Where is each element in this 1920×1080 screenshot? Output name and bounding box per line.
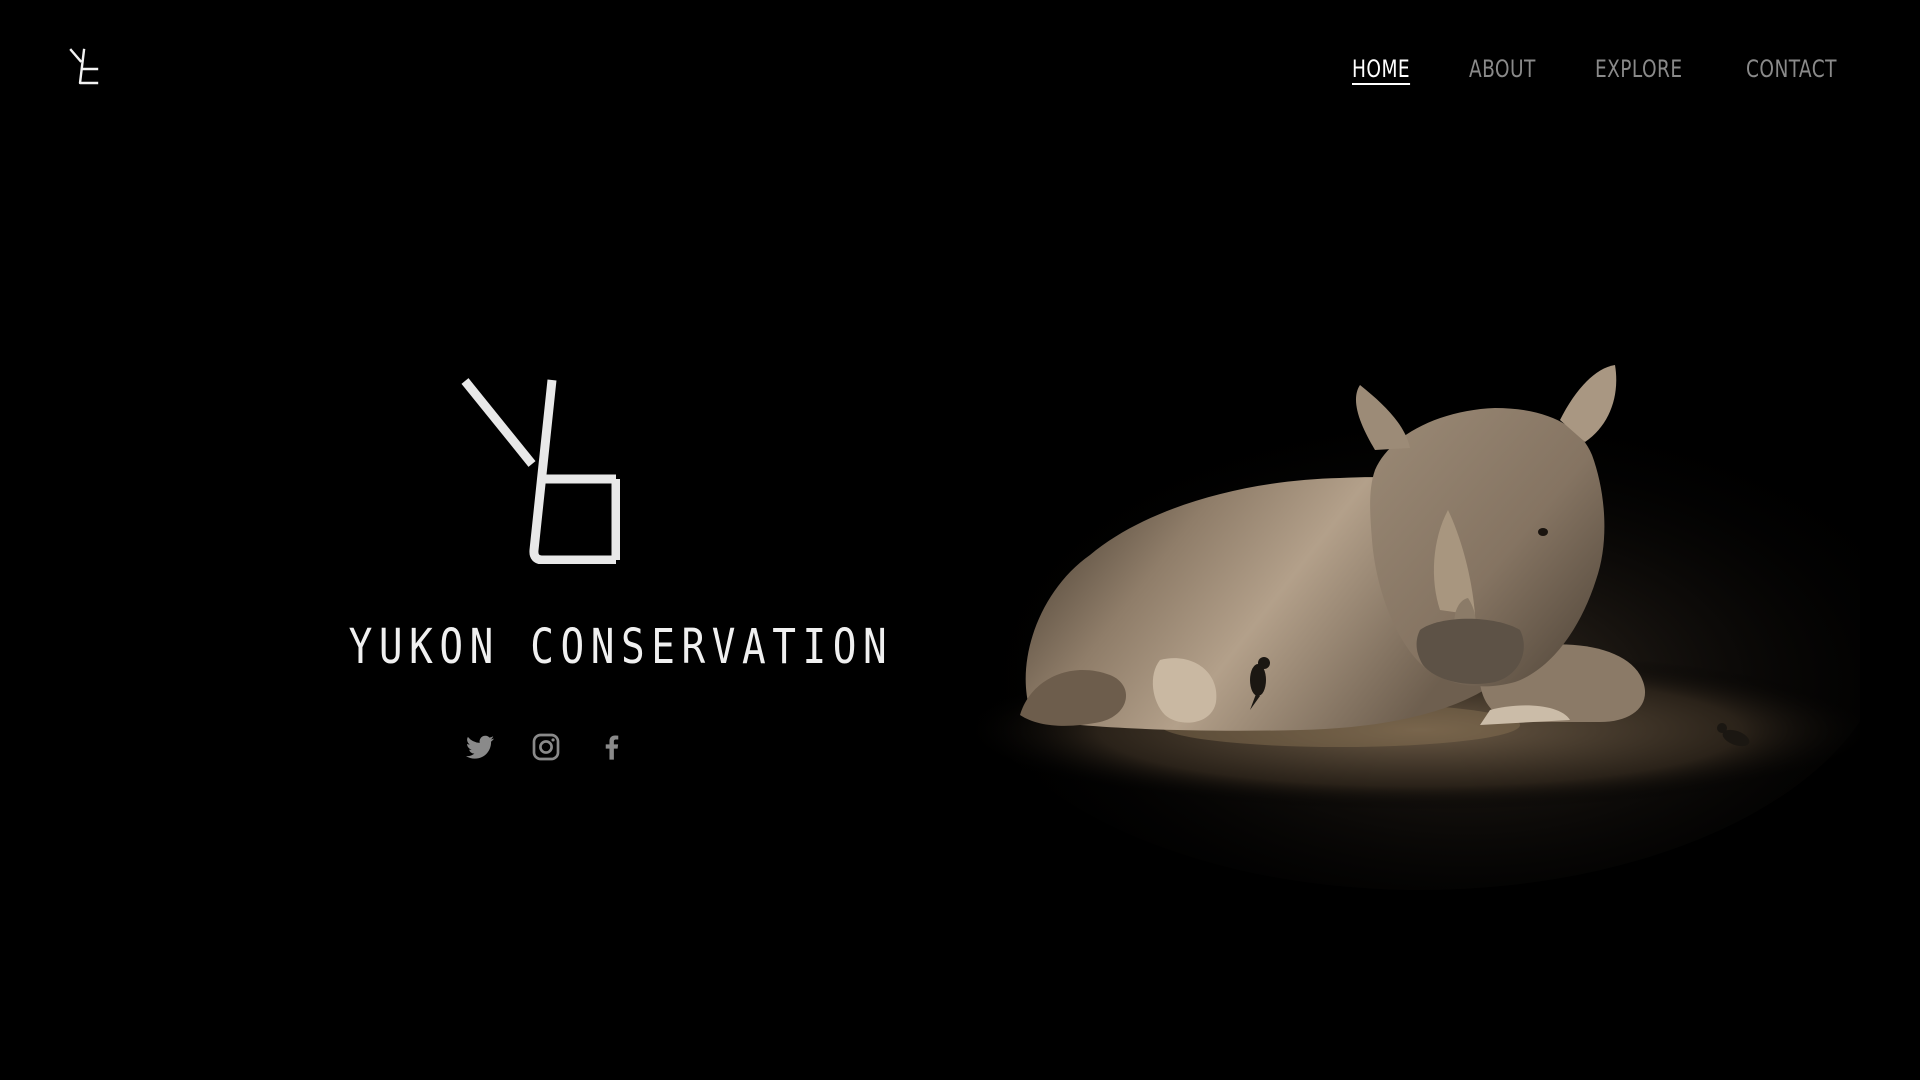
brand-name: YUKON CONSERVATION xyxy=(348,619,894,675)
yc-monogram-icon xyxy=(461,378,620,564)
twitter-icon[interactable] xyxy=(464,731,496,763)
nav-home-link[interactable]: HOME xyxy=(1352,52,1410,86)
instagram-icon[interactable] xyxy=(530,731,562,763)
facebook-icon[interactable] xyxy=(596,731,628,763)
main-nav: HOME ABOUT EXPLORE CONTACT xyxy=(1352,52,1852,86)
nav-about-link[interactable]: ABOUT xyxy=(1469,52,1536,86)
nav-contact-link[interactable]: CONTACT xyxy=(1746,52,1837,86)
yc-monogram-icon[interactable] xyxy=(66,47,102,89)
nav-explore-link[interactable]: EXPLORE xyxy=(1595,52,1683,86)
rhino-illustration xyxy=(950,365,1860,890)
landing-page: HOME ABOUT EXPLORE CONTACT YUKON CONSERV… xyxy=(0,0,1920,1080)
social-links xyxy=(464,731,628,763)
